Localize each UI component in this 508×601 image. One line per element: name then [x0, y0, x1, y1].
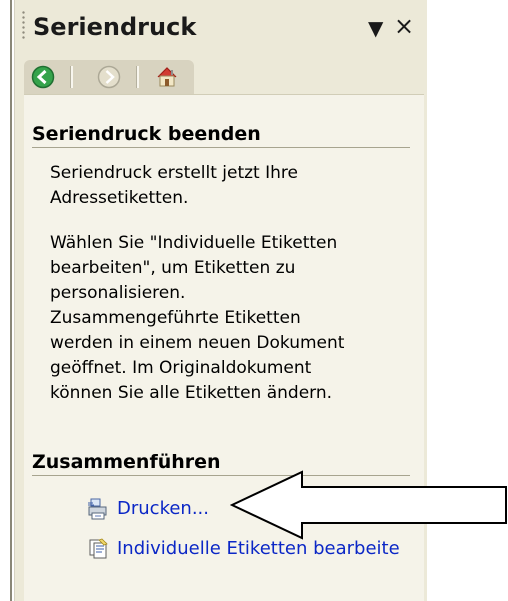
- drag-grip-icon[interactable]: [22, 10, 25, 40]
- pane-menu-button[interactable]: ▼: [368, 16, 383, 40]
- edit-individual-labels-link[interactable]: Individuelle Etiketten bearbeite: [117, 537, 400, 561]
- print-link[interactable]: Drucken...: [117, 497, 209, 521]
- printer-icon: [86, 497, 110, 521]
- pane-close-button[interactable]: ×: [394, 14, 414, 38]
- navigation-bar: [24, 60, 194, 94]
- home-icon[interactable]: [154, 64, 180, 90]
- edit-labels-icon: [86, 537, 110, 561]
- pane-border: [10, 0, 12, 601]
- forward-icon[interactable]: [96, 64, 122, 90]
- finish-details-text: Wählen Sie "Individuelle Etiketten bearb…: [50, 233, 345, 403]
- screenshot-stage: Seriendruck ▼ × Seriendruck beenden Seri…: [0, 0, 508, 601]
- finish-intro-text: Seriendruck erstellt jetzt Ihre Adresset…: [50, 163, 298, 208]
- section-title-merge: Zusammenführen: [32, 451, 221, 473]
- back-icon[interactable]: [30, 64, 56, 90]
- pane-title: Seriendruck: [33, 13, 197, 41]
- nav-separator: [70, 66, 73, 88]
- section-rule: [32, 147, 410, 148]
- section-title-finish: Seriendruck beenden: [32, 123, 261, 145]
- annotation-arrow-icon: [230, 470, 507, 540]
- nav-separator: [136, 66, 139, 88]
